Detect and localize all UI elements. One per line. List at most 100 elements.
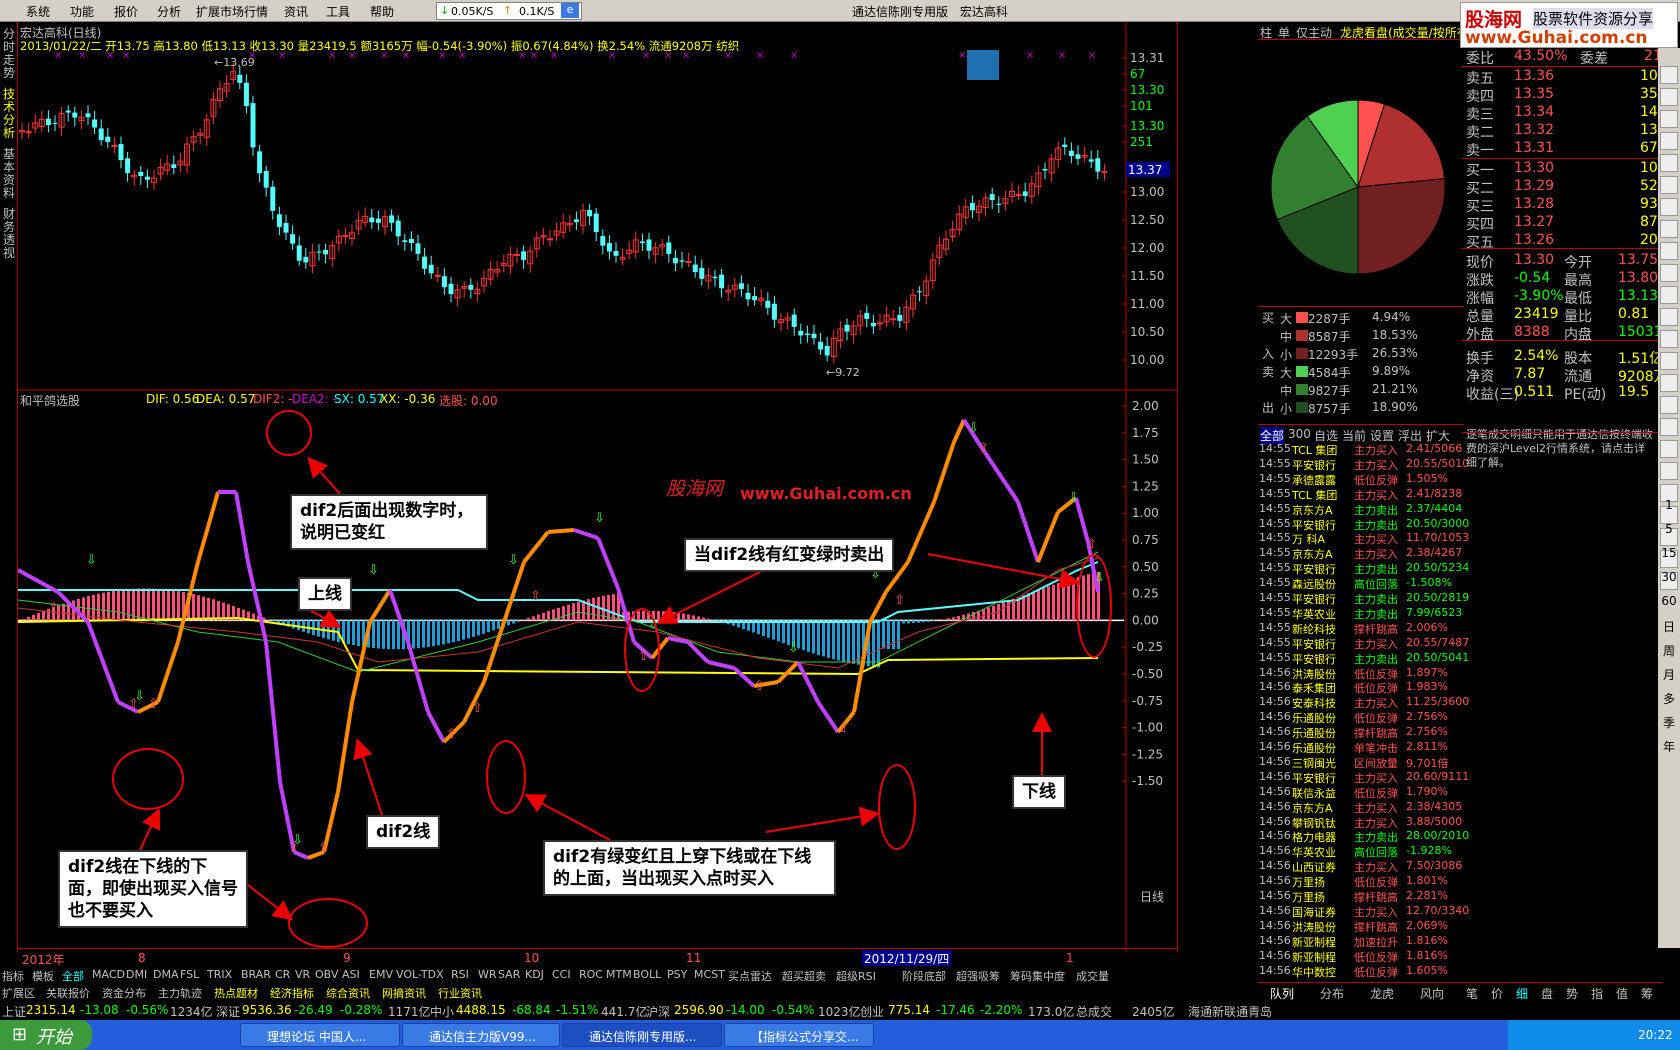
toolbar-icon[interactable]: [1660, 286, 1678, 304]
indicator-tab[interactable]: PSY: [667, 968, 687, 981]
task-forum[interactable]: 理想论坛 中国人...: [240, 1023, 400, 1047]
period-button[interactable]: 年: [1658, 738, 1680, 755]
browser-icon[interactable]: e: [561, 3, 579, 18]
tx-row[interactable]: 14:55 平安银行 主力买入 20.55/7487: [1258, 636, 1469, 651]
toolbar-icon[interactable]: [1660, 132, 1678, 150]
sub-tab[interactable]: 资金分布: [102, 985, 146, 1001]
indicator-tab[interactable]: 成交量: [1076, 968, 1109, 984]
sub-tab[interactable]: 综合资讯: [326, 985, 370, 1001]
tx-row[interactable]: 14:56 洪涛股份 低位反弹 1.897%: [1258, 666, 1464, 681]
toolbar-icon[interactable]: [1660, 264, 1678, 282]
toolbar-icon[interactable]: [1660, 418, 1678, 436]
tx-row[interactable]: 14:56 山西证券 主力买入 7.50/3086: [1258, 859, 1464, 874]
indicator-tab[interactable]: CCI: [552, 968, 571, 981]
indicator-tab[interactable]: CR: [275, 968, 290, 981]
menu-help[interactable]: 帮助: [370, 3, 394, 20]
tx-row[interactable]: 14:55 新纶科技 撑杆跳高 2.006%: [1258, 621, 1464, 636]
tx-row[interactable]: 14:56 三钢闽光 区间放量 9.701倍: [1258, 755, 1464, 770]
tx-row[interactable]: 14:56 洪涛股份 撑杆跳高 2.069%: [1258, 919, 1464, 934]
tx-row[interactable]: 14:55 平安银行 主力卖出 20.50/2819: [1258, 591, 1469, 606]
pie-tab-dragon[interactable]: 龙虎看盘(成交量/按所有: [1340, 24, 1469, 41]
tx-tab-settings[interactable]: 设置: [1370, 427, 1394, 444]
indicator-tab[interactable]: MTM: [606, 968, 632, 981]
task-indicator[interactable]: 【指标公式分享交...: [724, 1023, 874, 1047]
tx-row[interactable]: 14:56 万里扬 低位反弹 1.801%: [1258, 874, 1464, 889]
tab-intraday[interactable]: 分时走势: [2, 28, 16, 80]
toolbar-icon[interactable]: [1660, 440, 1678, 458]
indicator-tab[interactable]: DMA: [153, 968, 179, 981]
tx-row[interactable]: 14:56 新亚制程 加速拉升 1.816%: [1258, 934, 1464, 949]
period-button[interactable]: 5: [1658, 522, 1680, 536]
indicator-tab[interactable]: MCST: [694, 968, 725, 981]
menu-tools[interactable]: 工具: [326, 3, 350, 20]
pie-tab-single[interactable]: 单: [1278, 24, 1290, 41]
tx-row[interactable]: 14:55 森远股份 高位回落 -1.508%: [1258, 576, 1464, 591]
tx-row[interactable]: 14:56 京东方A 主力买入 2.38/4305: [1258, 800, 1464, 815]
quote-note[interactable]: 逐笔成交明细只能用于通达信按终端收费的深沪Level2行情系统，请点击详细了解。: [1466, 428, 1656, 470]
indicator-tab[interactable]: 指标: [2, 968, 24, 984]
tx-row[interactable]: 14:56 乐通股份 低位反弹 2.756%: [1258, 710, 1464, 725]
tx-row[interactable]: 14:56 乐通股份 撑杆跳高 2.756%: [1258, 725, 1464, 740]
period-button[interactable]: 季: [1658, 714, 1680, 731]
toolbar-icon[interactable]: [1660, 242, 1678, 260]
tx-row[interactable]: 14:55 承德露露 低位反弹 1.505%: [1258, 472, 1464, 487]
period-button[interactable]: 60: [1658, 594, 1680, 608]
tx-row[interactable]: 14:55 京东方A 主力买入 2.38/4267: [1258, 546, 1464, 561]
toolbar-icon[interactable]: [1660, 396, 1678, 414]
indicator-tab[interactable]: 阶段底部: [902, 968, 946, 984]
tx-row[interactable]: 14:56 国海证券 主力买入 12.70/3340: [1258, 904, 1469, 919]
tx-row[interactable]: 14:56 攀钢钒钛 主力买入 3.88/5000: [1258, 815, 1464, 830]
period-button[interactable]: 15: [1658, 546, 1680, 560]
indicator-tab[interactable]: 超买超卖: [782, 968, 826, 984]
tx-row[interactable]: 14:56 万里扬 撑杆跳高 2.281%: [1258, 889, 1464, 904]
tx-row[interactable]: 14:55 华英农业 主力卖出 7.99/6523: [1258, 606, 1464, 621]
toolbar-icon[interactable]: [1660, 154, 1678, 172]
sub-tab[interactable]: 行业资讯: [438, 985, 482, 1001]
tx-row[interactable]: 14:55 TCL 集团 主力买入 2.41/5066: [1258, 442, 1464, 457]
period-button[interactable]: 月: [1658, 666, 1680, 683]
toolbar-icon[interactable]: [1660, 308, 1678, 326]
toolbar-icon[interactable]: [1660, 462, 1678, 480]
toolbar-icon[interactable]: [1660, 330, 1678, 348]
task-tdx-main[interactable]: 通达信主力版V99...: [402, 1023, 560, 1047]
menu-quote[interactable]: 报价: [114, 3, 138, 20]
tx-tab-current[interactable]: 当前: [1342, 427, 1366, 444]
indicator-tab[interactable]: 全部: [62, 968, 84, 984]
period-button[interactable]: 日: [1658, 618, 1680, 635]
toolbar-icon[interactable]: [1660, 88, 1678, 106]
indicator-tab[interactable]: DMI: [126, 968, 147, 981]
indicator-tab[interactable]: WR: [478, 968, 497, 981]
indicator-tab[interactable]: TRIX: [207, 968, 232, 981]
tx-row[interactable]: 14:56 平安银行 主力买入 20.60/9111: [1258, 770, 1469, 785]
indicator-tab[interactable]: 筹码集中度: [1010, 968, 1065, 984]
tab-basic-info[interactable]: 基本资料: [2, 148, 16, 200]
indicator-tab[interactable]: SAR: [498, 968, 520, 981]
pie-tab-bar[interactable]: 柱: [1260, 24, 1272, 41]
period-button[interactable]: 30: [1658, 570, 1680, 584]
tx-row[interactable]: 14:56 华英农业 高位回落 -1.928%: [1258, 844, 1464, 859]
chart-area[interactable]: 宏达高科(日线) 2013/01/22/二 开13.75 高13.80 低13.…: [18, 22, 1178, 952]
tx-row[interactable]: 14:56 新亚制程 低位反弹 1.816%: [1258, 949, 1464, 964]
indicator-tab[interactable]: OBV: [315, 968, 338, 981]
indicator-tab[interactable]: VOL-TDX: [396, 968, 444, 981]
tx-row[interactable]: 14:55 万 科A 主力买入 11.70/1053: [1258, 531, 1469, 546]
toolbar-icon[interactable]: [1660, 198, 1678, 216]
tx-row[interactable]: 14:55 平安银行 主力卖出 20.50/5041: [1258, 651, 1469, 666]
toolbar-icon[interactable]: [1660, 176, 1678, 194]
tx-tab-all[interactable]: 全部: [1260, 427, 1285, 444]
tx-tab-300[interactable]: 300: [1288, 427, 1311, 441]
tx-row[interactable]: 14:56 泰禾集团 低位反弹 1.983%: [1258, 680, 1464, 695]
indicator-tab[interactable]: 超强吸筹: [956, 968, 1000, 984]
pie-tab-active[interactable]: 仅主动: [1296, 24, 1332, 41]
indicator-tab[interactable]: EMV: [369, 968, 393, 981]
tx-row[interactable]: 14:56 格力电器 主力卖出 28.00/2010: [1258, 829, 1469, 844]
toolbar-icon[interactable]: [1660, 220, 1678, 238]
tx-row[interactable]: 14:55 平安银行 主力买入 20.55/5010: [1258, 457, 1469, 472]
menu-news[interactable]: 资讯: [284, 3, 308, 20]
indicator-tab[interactable]: BOLL: [633, 968, 661, 981]
indicator-tab[interactable]: KDJ: [525, 968, 544, 981]
tx-tab-float[interactable]: 浮出: [1398, 427, 1422, 444]
toolbar-icon[interactable]: [1660, 110, 1678, 128]
period-button[interactable]: 多: [1658, 690, 1680, 707]
period-button[interactable]: 1: [1658, 498, 1680, 512]
